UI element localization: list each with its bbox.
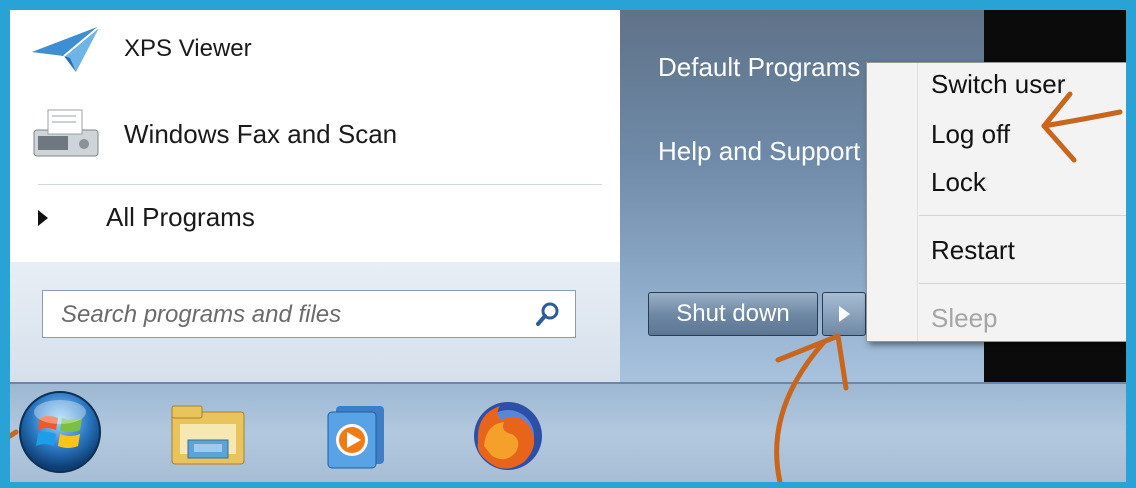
windows-start-orb-icon[interactable] xyxy=(16,388,104,476)
shut-down-button[interactable]: Shut down xyxy=(648,292,818,336)
menu-item-log-off[interactable]: Log off xyxy=(931,119,1010,150)
chevron-right-icon xyxy=(839,306,850,322)
magnifier-icon[interactable] xyxy=(535,301,561,327)
pinned-item-label: Windows Fax and Scan xyxy=(124,118,398,149)
menu-item-restart[interactable]: Restart xyxy=(931,235,1015,266)
shut-down-options-button[interactable] xyxy=(822,292,866,336)
all-programs-label: All Programs xyxy=(106,202,255,232)
fax-scanner-icon xyxy=(30,106,102,162)
pinned-item-label: XPS Viewer xyxy=(124,35,252,62)
taskbar xyxy=(10,382,1126,482)
power-options-menu: Switch user Log off Lock Restart Sleep xyxy=(866,62,1126,342)
xps-viewer-icon xyxy=(30,22,102,76)
menu-item-switch-user[interactable]: Switch user xyxy=(931,69,1065,100)
link-help-and-support[interactable]: Help and Support xyxy=(658,136,860,167)
windows-explorer-icon[interactable] xyxy=(168,402,248,468)
windows-media-player-icon[interactable] xyxy=(322,402,392,472)
menu-separator xyxy=(919,283,1126,284)
all-programs-button[interactable]: All Programs xyxy=(38,202,255,233)
triangle-right-icon xyxy=(38,209,48,226)
firefox-icon[interactable] xyxy=(466,394,550,478)
search-placeholder: Search programs and files xyxy=(61,301,342,328)
search-input[interactable]: Search programs and files xyxy=(42,290,576,338)
menu-divider xyxy=(38,184,602,185)
pinned-item-xps-viewer[interactable]: XPS Viewer xyxy=(30,22,252,76)
screenshot-frame: XPS Viewer Windows Fax and Scan All Prog… xyxy=(10,10,1126,482)
menu-item-lock[interactable]: Lock xyxy=(931,167,986,198)
link-default-programs[interactable]: Default Programs xyxy=(658,52,860,83)
pinned-item-windows-fax-and-scan[interactable]: Windows Fax and Scan xyxy=(30,106,397,162)
start-menu-left-panel: XPS Viewer Windows Fax and Scan All Prog… xyxy=(10,10,620,382)
menu-separator xyxy=(919,215,1126,216)
menu-gutter xyxy=(917,63,918,341)
menu-item-sleep: Sleep xyxy=(931,303,998,333)
